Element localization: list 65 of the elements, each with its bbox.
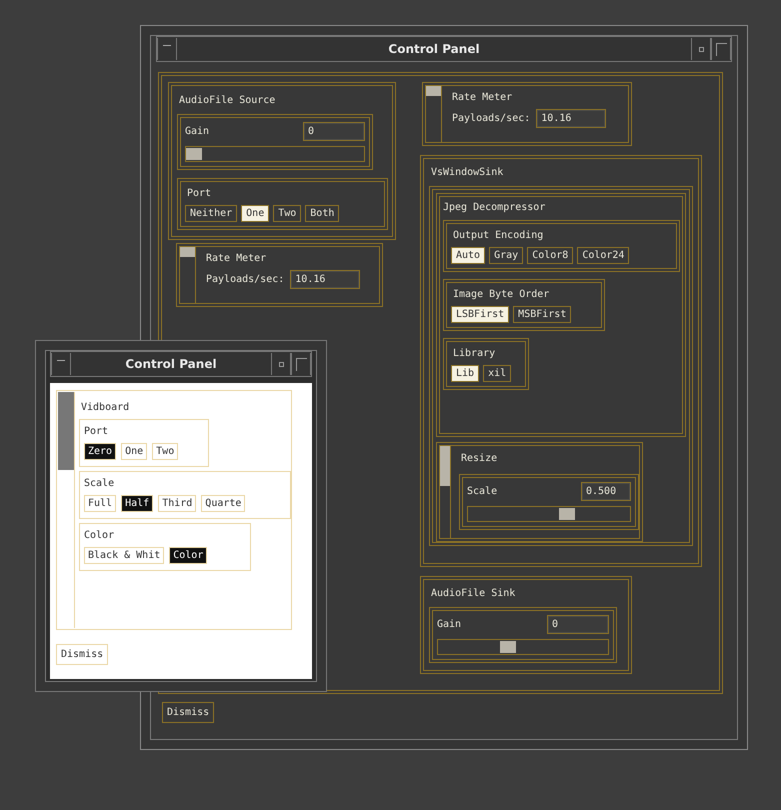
option-button[interactable]: Two (273, 205, 302, 222)
option-button[interactable]: Color24 (577, 247, 630, 264)
meter-bar (426, 86, 442, 142)
gain-field[interactable]: 0 (303, 122, 365, 141)
group-label: Output Encoding (453, 230, 544, 241)
option-button[interactable]: Neither (185, 205, 238, 222)
group-title: Resize (461, 453, 498, 464)
option-button[interactable]: One (241, 205, 270, 222)
meter-label: Payloads/sec: (206, 274, 284, 285)
option-button[interactable]: One (121, 443, 148, 460)
option-button[interactable]: Color8 (527, 247, 574, 264)
slider-thumb[interactable] (558, 508, 575, 520)
scale-slider[interactable] (467, 506, 631, 522)
window-menu-button[interactable] (51, 353, 71, 375)
group-label: Color (84, 530, 116, 541)
scale-field[interactable]: 0.500 (581, 482, 631, 501)
option-button[interactable]: Gray (489, 247, 524, 264)
gain-label: Gain (185, 126, 210, 137)
meter-title: Rate Meter (452, 92, 514, 103)
group-title: Vidboard (81, 402, 130, 413)
gain-slider[interactable] (185, 146, 365, 162)
gain-field[interactable]: 0 (547, 615, 609, 634)
group-title: Jpeg Decompressor (443, 202, 546, 213)
group-label: Library (453, 348, 496, 359)
option-button[interactable]: Lib (451, 365, 480, 382)
dismiss-button[interactable]: Dismiss (162, 702, 214, 723)
group-label: Port (187, 188, 212, 199)
rate-field: 10.16 (290, 270, 360, 289)
option-button[interactable]: Quarte (201, 495, 246, 512)
option-button[interactable]: Black & Whit (84, 547, 164, 564)
option-button[interactable]: Two (152, 443, 178, 460)
group-label: Scale (84, 478, 116, 489)
group-title: AudioFile Sink (431, 588, 516, 599)
slider-thumb[interactable] (186, 148, 202, 160)
option-button[interactable]: Both (305, 205, 340, 222)
gain-slider[interactable] (437, 639, 609, 655)
gain-label: Gain (437, 619, 462, 630)
option-button[interactable]: Color (169, 547, 208, 564)
meter-title: Rate Meter (206, 253, 268, 264)
option-button[interactable]: xil (483, 365, 512, 382)
option-button[interactable]: LSBFirst (451, 306, 510, 323)
window-title: Control Panel (124, 357, 218, 371)
option-button[interactable]: Zero (84, 443, 116, 460)
option-button[interactable]: Full (84, 495, 116, 512)
maximize-button[interactable] (711, 38, 731, 60)
minimize-button[interactable] (271, 353, 291, 375)
meter-bar (180, 247, 196, 303)
option-button[interactable]: Third (158, 495, 196, 512)
rate-field: 10.16 (536, 109, 606, 128)
window-menu-button[interactable] (157, 38, 177, 60)
scroll-bar[interactable] (440, 446, 451, 538)
group-label: Port (84, 426, 110, 437)
dismiss-button[interactable]: Dismiss (56, 644, 108, 665)
window-title: Control Panel (387, 42, 481, 56)
group-title: AudioFile Source (179, 95, 276, 106)
group-label: Image Byte Order (453, 289, 550, 300)
maximize-button[interactable] (291, 353, 311, 375)
minimize-button[interactable] (691, 38, 711, 60)
slider-thumb[interactable] (500, 641, 516, 653)
group-title: VsWindowSink (431, 167, 504, 178)
option-button[interactable]: Half (121, 495, 154, 512)
scale-label: Scale (467, 486, 498, 497)
option-button[interactable]: MSBFirst (513, 306, 572, 323)
option-button[interactable]: Auto (451, 247, 486, 264)
meter-label: Payloads/sec: (452, 113, 530, 124)
